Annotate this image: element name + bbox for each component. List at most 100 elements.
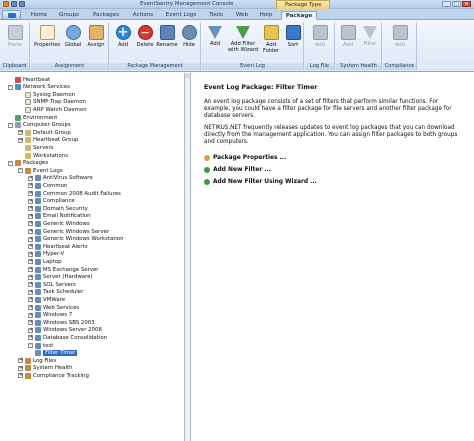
expand-icon[interactable]: + [28,236,33,242]
expand-icon[interactable]: + [18,137,23,143]
tree-node[interactable]: - Packages [8,160,48,167]
tree-node[interactable]: + Generic Windows Workstation [28,236,124,243]
collapse-icon[interactable]: - [8,122,13,128]
tab-home[interactable]: Home [27,11,51,20]
expand-icon[interactable]: + [28,320,33,326]
tree-node[interactable]: Environment [8,114,57,121]
paste-button[interactable]: Paste [4,24,26,62]
tree-node[interactable]: + Default Group [18,129,71,136]
expand-icon[interactable]: + [28,213,33,219]
add-filter-wizard-link[interactable]: Add New Filter Using Wizard ... [204,178,317,186]
tree-node[interactable]: + VMWare [28,296,65,303]
application-menu-button[interactable] [2,10,21,20]
add-filter-wizard-button[interactable]: Add Filter with Wizard [227,24,259,62]
rename-package-button[interactable]: Rename [156,24,178,62]
tree-node[interactable]: + Web Services [28,304,79,311]
collapse-icon[interactable]: - [18,168,23,174]
hide-package-button[interactable]: Hide [178,24,200,62]
expand-icon[interactable]: + [18,373,23,379]
tab-packages[interactable]: Packages [88,11,124,20]
tree-node[interactable]: + System Health [18,365,73,372]
assign-button[interactable]: Assign [85,24,107,62]
expand-icon[interactable]: + [28,175,33,181]
collapse-icon[interactable]: - [8,84,13,90]
tree-node[interactable]: + Common [28,182,67,189]
save-icon[interactable] [11,1,17,7]
delete-package-button[interactable]: − Delete [134,24,156,62]
tree-node[interactable]: + Compliance [28,198,75,205]
tree-node[interactable]: + Generic Windows Server [28,228,109,235]
collapse-icon[interactable]: - [8,160,13,166]
expand-icon[interactable]: + [28,221,33,227]
expand-icon[interactable]: + [18,358,23,364]
expand-icon[interactable]: + [28,206,33,212]
tree-node[interactable]: + Heartbeat Alerts [28,243,88,250]
expand-icon[interactable]: + [18,365,23,371]
expand-icon[interactable]: + [18,130,23,136]
expand-icon[interactable]: + [28,297,33,303]
system-health-filter-button[interactable]: Filter [359,24,381,62]
global-button[interactable]: Global [62,24,84,62]
expand-icon[interactable]: + [28,335,33,341]
tree-node[interactable]: + Common 2008 Audit Failures [28,190,121,197]
tree-node[interactable]: Filter Timer [28,350,78,357]
add-new-filter-link[interactable]: Add New Filter ... [204,166,271,174]
expand-icon[interactable]: + [28,198,33,204]
tree-node[interactable]: + Compliance Tracking [18,372,89,379]
maximize-icon[interactable]: □ [452,1,461,7]
expand-icon[interactable]: + [28,289,33,295]
tree-node[interactable]: + MS Exchange Server [28,266,99,273]
expand-icon[interactable]: + [28,312,33,318]
tree-scrollbar[interactable] [185,73,191,441]
expand-icon[interactable]: + [28,191,33,196]
expand-icon[interactable]: + [28,251,33,257]
tree-node[interactable]: - test [28,342,53,349]
tab-help[interactable]: Help [256,11,276,20]
tree-node[interactable]: + Heartbeat Group [18,137,78,144]
package-properties-link[interactable]: Package Properties ... [204,154,286,162]
sort-button[interactable]: Sort [282,24,304,62]
tree-node[interactable]: + Task Scheduler [28,289,83,296]
refresh-icon[interactable] [19,1,25,7]
tree-node[interactable]: Heartbeat [8,76,50,83]
tree-node[interactable]: + Laptop [28,258,62,265]
tree-node[interactable]: Syslog Daemon [18,91,75,98]
tree-node[interactable]: + Windows SBS 2003 [28,319,95,326]
tree-node[interactable]: + Log Files [18,357,56,364]
expand-icon[interactable]: + [28,327,33,333]
tree-node[interactable]: + Windows 7 [28,312,72,319]
expand-icon[interactable]: + [28,229,33,234]
tab-event-logs[interactable]: Event Logs [162,11,200,20]
expand-icon[interactable]: + [28,274,33,280]
expand-icon[interactable]: + [28,259,33,265]
tab-groups[interactable]: Groups [55,11,83,20]
tree-node[interactable]: + Hyper-V [28,251,64,258]
properties-button[interactable]: Properties [34,24,60,62]
navigation-tree[interactable]: Heartbeat - Network Services Syslog Daemon S… [0,73,185,441]
tab-actions[interactable]: Actions [128,11,158,20]
tree-node[interactable]: + SQL Servers [28,281,76,288]
tree-node[interactable]: + Domain Security [28,205,88,212]
tab-package[interactable]: Package [281,11,317,20]
tree-node[interactable]: - Computer Groups [8,122,71,129]
expand-icon[interactable]: + [28,267,33,272]
scroll-up-arrow[interactable] [185,73,190,78]
tree-node[interactable]: ARP Watch Daemon [18,106,87,113]
app-icon[interactable] [3,1,9,7]
add-system-health-button[interactable]: Add [337,24,359,62]
tree-node[interactable]: Servers [18,144,54,151]
tree-node[interactable]: + Generic Windows [28,220,90,227]
tree-node[interactable]: Workstations [18,152,68,159]
minimize-icon[interactable]: _ [442,1,451,7]
expand-icon[interactable]: + [28,282,33,288]
tab-tools[interactable]: Tools [204,11,228,20]
expand-icon[interactable]: + [28,183,33,189]
add-folder-button[interactable]: Add Folder [260,24,282,62]
tree-node[interactable]: + Windows Server 2008 [28,327,102,334]
add-filter-button[interactable]: Add [204,24,226,62]
add-log-file-button[interactable]: Add [309,24,331,62]
tree-node[interactable]: + Database Consolidation [28,334,107,341]
close-icon[interactable]: × [462,1,471,7]
tree-node[interactable]: - Event Logs [18,167,63,174]
tab-web[interactable]: Web [232,11,252,20]
